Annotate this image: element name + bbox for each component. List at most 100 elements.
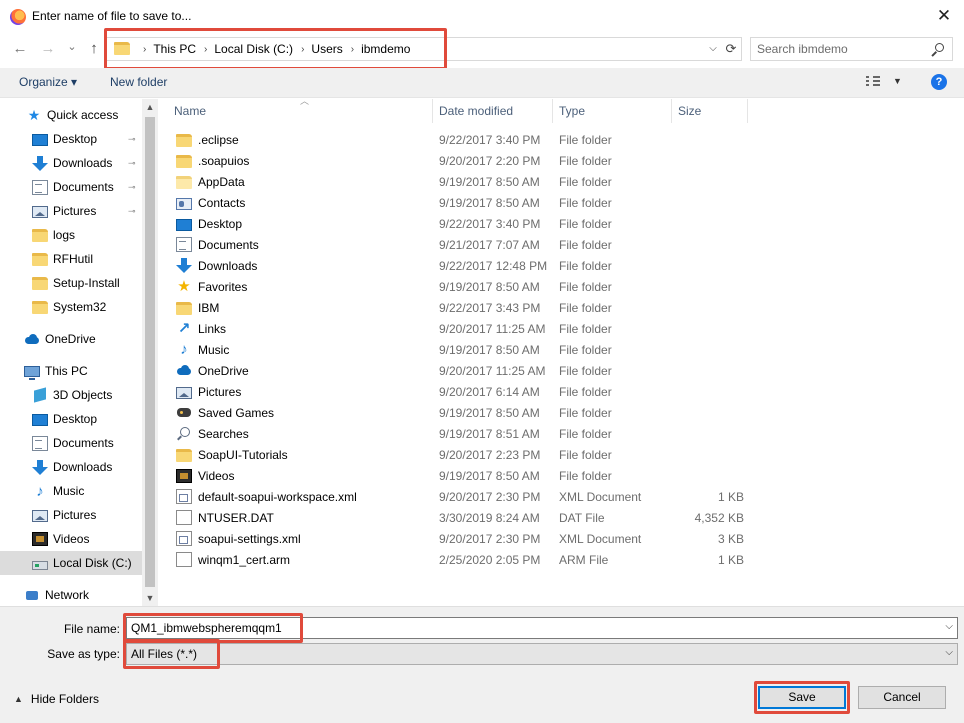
breadcrumb-separator-icon[interactable]: › (351, 44, 354, 55)
sidebar-item[interactable]: Videos (0, 527, 142, 551)
file-row[interactable]: Videos 9/19/2017 8:50 AM File folder (168, 465, 768, 486)
view-options-icon[interactable] (866, 76, 880, 88)
save-as-type-dropdown-icon[interactable]: ⌵ (945, 647, 953, 658)
folder-icon (114, 42, 130, 55)
new-folder-button[interactable]: New folder (110, 75, 167, 89)
file-name-cell: SoapUI-Tutorials (176, 448, 288, 462)
file-name-input[interactable] (131, 620, 921, 636)
pin-icon[interactable]: ⊸ (128, 206, 136, 217)
pin-icon[interactable]: ⊸ (128, 182, 136, 193)
breadcrumb-item[interactable]: Local Disk (C:) (214, 42, 293, 56)
save-as-type-value: All Files (*.*) (131, 647, 198, 661)
recent-locations-button[interactable]: ⌄ (62, 36, 82, 58)
scroll-thumb[interactable] (145, 117, 155, 587)
sidebar-item[interactable]: Pictures (0, 503, 142, 527)
up-button[interactable]: ↑ (84, 38, 104, 60)
sidebar-item[interactable]: Downloads ⊸ (0, 151, 142, 175)
breadcrumb-separator-icon[interactable]: › (301, 44, 304, 55)
refresh-icon[interactable]: ⟳ (722, 39, 740, 59)
file-date-cell: 9/20/2017 2:23 PM (439, 447, 541, 462)
hide-folders-button[interactable]: ▲ Hide Folders (14, 692, 99, 706)
file-name-dropdown-icon[interactable]: ⌵ (945, 621, 953, 632)
search-input[interactable] (757, 41, 927, 57)
file-date-cell: 9/20/2017 6:14 AM (439, 384, 540, 399)
folder-icon (32, 253, 48, 266)
file-name-cell: Desktop (176, 217, 242, 231)
view-dropdown-icon[interactable]: ▼ (893, 76, 902, 86)
file-row[interactable]: .eclipse 9/22/2017 3:40 PM File folder (168, 129, 768, 150)
file-name-field[interactable]: ⌵ (126, 617, 958, 639)
sidebar-item[interactable]: ♪ Music (0, 479, 142, 503)
file-row[interactable]: winqm1_cert.arm 2/25/2020 2:05 PM ARM File… (168, 549, 768, 570)
file-type-cell: File folder (559, 237, 612, 252)
column-header-size[interactable]: Size (672, 99, 748, 123)
file-row[interactable]: ♪ Music 9/19/2017 8:50 AM File folder (168, 339, 768, 360)
save-button[interactable]: Save (758, 686, 846, 709)
close-button[interactable]: ✕ (932, 4, 956, 28)
help-icon[interactable]: ? (931, 74, 947, 90)
sidebar-item[interactable]: Setup-Install (0, 271, 142, 295)
search-box[interactable] (750, 37, 953, 61)
sidebar-item[interactable]: Pictures ⊸ (0, 199, 142, 223)
sidebar-item[interactable]: ★ Quick access (0, 103, 142, 127)
breadcrumb-item[interactable]: This PC (153, 42, 196, 56)
breadcrumb-item[interactable]: Users (311, 42, 342, 56)
sidebar-item[interactable]: Desktop (0, 407, 142, 431)
file-row[interactable]: Documents 9/21/2017 7:07 AM File folder (168, 234, 768, 255)
file-row[interactable]: OneDrive 9/20/2017 11:25 AM File folder (168, 360, 768, 381)
firefox-icon (10, 9, 26, 25)
sidebar-item[interactable]: Network (0, 583, 142, 606)
file-row[interactable]: .soapuios 9/20/2017 2:20 PM File folder (168, 150, 768, 171)
pin-icon[interactable]: ⊸ (128, 158, 136, 169)
file-row[interactable]: Saved Games 9/19/2017 8:50 AM File folder (168, 402, 768, 423)
file-row[interactable]: ★ Favorites 9/19/2017 8:50 AM File folder (168, 276, 768, 297)
sidebar-item[interactable]: 3D Objects (0, 383, 142, 407)
file-row[interactable]: ↗ Links 9/20/2017 11:25 AM File folder (168, 318, 768, 339)
search-icon[interactable] (935, 43, 944, 52)
file-row[interactable]: Contacts 9/19/2017 8:50 AM File folder (168, 192, 768, 213)
address-dropdown-icon[interactable]: ⌵ (705, 39, 721, 59)
file-type-cell: File folder (559, 300, 612, 315)
pin-icon[interactable]: ⊸ (128, 134, 136, 145)
sidebar-item[interactable]: Downloads (0, 455, 142, 479)
sidebar-item[interactable]: logs (0, 223, 142, 247)
file-row[interactable]: IBM 9/22/2017 3:43 PM File folder (168, 297, 768, 318)
file-row[interactable]: default-soapui-workspace.xml 9/20/2017 2:… (168, 486, 768, 507)
sidebar-item[interactable]: Documents ⊸ (0, 175, 142, 199)
file-row[interactable]: SoapUI-Tutorials 9/20/2017 2:23 PM File fo… (168, 444, 768, 465)
navigation-scrollbar[interactable]: ▲ ▼ (142, 99, 158, 606)
file-name-text: Searches (198, 426, 249, 441)
sidebar-item[interactable]: This PC (0, 359, 142, 383)
file-row[interactable]: Searches 9/19/2017 8:51 AM File folder (168, 423, 768, 444)
save-as-type-select[interactable]: All Files (*.*) ⌵ (126, 643, 958, 665)
forward-button[interactable]: → (38, 38, 58, 60)
pictures-icon (32, 206, 48, 218)
breadcrumb-item[interactable]: ibmdemo (361, 42, 410, 56)
file-type-cell: File folder (559, 468, 612, 483)
sidebar-item[interactable]: Desktop ⊸ (0, 127, 142, 151)
file-name-cell: Contacts (176, 196, 245, 210)
file-row[interactable]: NTUSER.DAT 3/30/2019 8:24 AM DAT File 4,352… (168, 507, 768, 528)
file-name-text: .eclipse (198, 132, 239, 147)
file-row[interactable]: Downloads 9/22/2017 12:48 PM File folder (168, 255, 768, 276)
sidebar-item[interactable]: Local Disk (C:) (0, 551, 142, 575)
sidebar-item[interactable]: RFHutil (0, 247, 142, 271)
file-row[interactable]: Desktop 9/22/2017 3:40 PM File folder (168, 213, 768, 234)
organize-button[interactable]: Organize ▾ (19, 75, 77, 89)
column-header-type[interactable]: Type (553, 99, 672, 123)
sidebar-item[interactable]: System32 (0, 295, 142, 319)
scroll-up-icon[interactable]: ▲ (142, 99, 158, 115)
scroll-down-icon[interactable]: ▼ (142, 590, 158, 606)
sidebar-item[interactable]: OneDrive (0, 327, 142, 351)
breadcrumb-separator-icon[interactable]: › (204, 44, 207, 55)
back-button[interactable]: ← (10, 38, 30, 60)
address-bar[interactable]: › This PC › Local Disk (C:) › Users › ibmdemo ⌵… (106, 37, 742, 61)
sidebar-item[interactable]: Documents (0, 431, 142, 455)
cancel-button[interactable]: Cancel (858, 686, 946, 709)
file-row[interactable]: AppData 9/19/2017 8:50 AM File folder (168, 171, 768, 192)
file-row[interactable]: soapui-settings.xml 9/20/2017 2:30 PM XML … (168, 528, 768, 549)
file-row[interactable]: Pictures 9/20/2017 6:14 AM File folder (168, 381, 768, 402)
breadcrumb-separator-icon[interactable]: › (143, 44, 146, 55)
file-date-cell: 9/20/2017 2:30 PM (439, 531, 541, 546)
column-header-date[interactable]: Date modified (433, 99, 553, 123)
